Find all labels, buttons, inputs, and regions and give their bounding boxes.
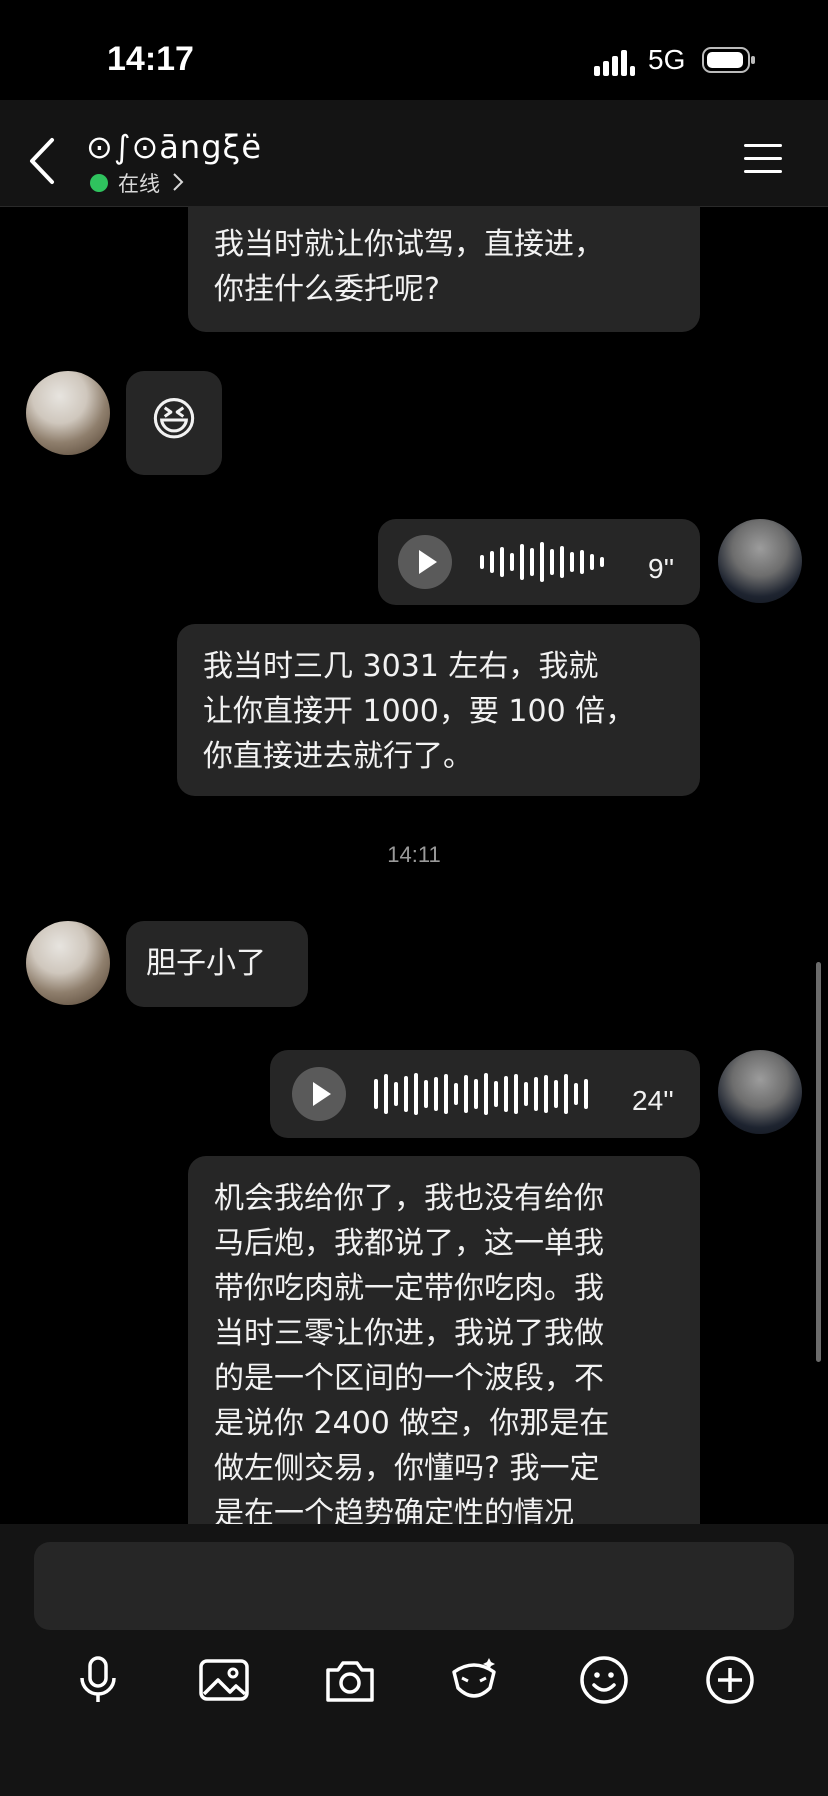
contact-avatar[interactable] [26, 921, 110, 1005]
scrollbar[interactable] [816, 962, 821, 1362]
back-arrow-icon[interactable] [28, 136, 58, 186]
waveform-bar [424, 1080, 428, 1108]
waveform-bar [384, 1074, 388, 1114]
network-type: 5G [648, 44, 686, 75]
waveform-bar [514, 1074, 518, 1114]
message-bubble-sent[interactable]: 我当时三几 3031 左右，我就 让你直接开 1000，要 100 倍， 你直接… [177, 624, 700, 796]
status-time: 14:17 [107, 40, 194, 78]
waveform [374, 1072, 588, 1116]
waveform-bar [444, 1074, 448, 1114]
waveform-bar [484, 1073, 488, 1115]
waveform-bar [600, 557, 604, 567]
menu-icon[interactable] [744, 142, 782, 176]
message-text: 我当时三几 3031 左右，我就 让你直接开 1000，要 100 倍， 你直接… [203, 649, 636, 774]
message-text: 胆子小了 [146, 946, 266, 981]
voice-duration: 24'' [632, 1085, 674, 1116]
waveform-bar [414, 1073, 418, 1115]
message-bubble-sent[interactable]: 机会我给你了，我也没有给你 马后炮，我都说了，这一单我 带你吃肉就一定带你吃肉。… [188, 1156, 700, 1524]
message-input[interactable] [34, 1542, 794, 1630]
signal-icon [594, 50, 635, 76]
waveform-bar [584, 1079, 588, 1109]
user-avatar[interactable] [718, 519, 802, 603]
voice-message-sent[interactable]: 9'' [378, 519, 700, 605]
online-status[interactable]: 在线 [118, 168, 160, 198]
waveform-bar [474, 1079, 478, 1109]
camera-icon[interactable] [322, 1652, 378, 1708]
play-icon[interactable] [398, 535, 452, 589]
microphone-icon[interactable] [70, 1652, 126, 1708]
waveform-bar [520, 544, 524, 580]
waveform-bar [394, 1082, 398, 1106]
waveform-bar [490, 551, 494, 573]
message-bubble-received[interactable]: 胆子小了 [126, 921, 308, 1007]
waveform-bar [374, 1079, 378, 1109]
online-indicator [90, 174, 108, 192]
message-bubble-sent[interactable]: 我当时就让你试驾，直接进， 你挂什么委托呢? [188, 206, 700, 332]
waveform-bar [544, 1075, 548, 1113]
play-icon[interactable] [292, 1067, 346, 1121]
waveform-bar [530, 548, 534, 576]
plus-icon[interactable] [702, 1652, 758, 1708]
waveform-bar [554, 1080, 558, 1108]
timestamp: 14:11 [387, 842, 441, 867]
waveform-bar [494, 1081, 498, 1107]
waveform-bar [500, 547, 504, 577]
waveform-bar [434, 1077, 438, 1111]
waveform-bar [564, 1074, 568, 1114]
waveform-bar [574, 1083, 578, 1105]
message-text: 机会我给你了，我也没有给你 马后炮，我都说了，这一单我 带你吃肉就一定带你吃肉。… [214, 1181, 610, 1524]
waveform-bar [534, 1077, 538, 1111]
waveform-bar [504, 1076, 508, 1112]
message-text: 我当时就让你试驾，直接进， 你挂什么委托呢? [214, 227, 604, 307]
waveform-bar [550, 549, 554, 575]
image-icon[interactable] [196, 1652, 252, 1708]
waveform-bar [580, 550, 584, 574]
waveform-bar [560, 546, 564, 578]
voice-message-sent[interactable]: 24'' [270, 1050, 700, 1138]
chevron-right-icon[interactable] [172, 172, 184, 192]
message-bubble-received[interactable]: 😆 [126, 371, 222, 475]
waveform-bar [570, 552, 574, 572]
emoji: 😆 [150, 392, 198, 446]
waveform-bar [590, 554, 594, 570]
user-avatar[interactable] [718, 1050, 802, 1134]
waveform-bar [524, 1082, 528, 1106]
waveform-bar [404, 1076, 408, 1112]
waveform-bar [540, 542, 544, 582]
contact-avatar[interactable] [26, 371, 110, 455]
waveform [480, 540, 604, 584]
sticker-icon[interactable] [446, 1652, 502, 1708]
voice-duration: 9'' [648, 553, 675, 584]
waveform-bar [464, 1075, 468, 1113]
battery-icon [702, 47, 755, 73]
emoji-icon[interactable] [576, 1652, 632, 1708]
waveform-bar [480, 555, 484, 569]
waveform-bar [510, 553, 514, 571]
waveform-bar [454, 1083, 458, 1105]
contact-name[interactable]: ⊙∫⊙āngξë [86, 128, 262, 166]
